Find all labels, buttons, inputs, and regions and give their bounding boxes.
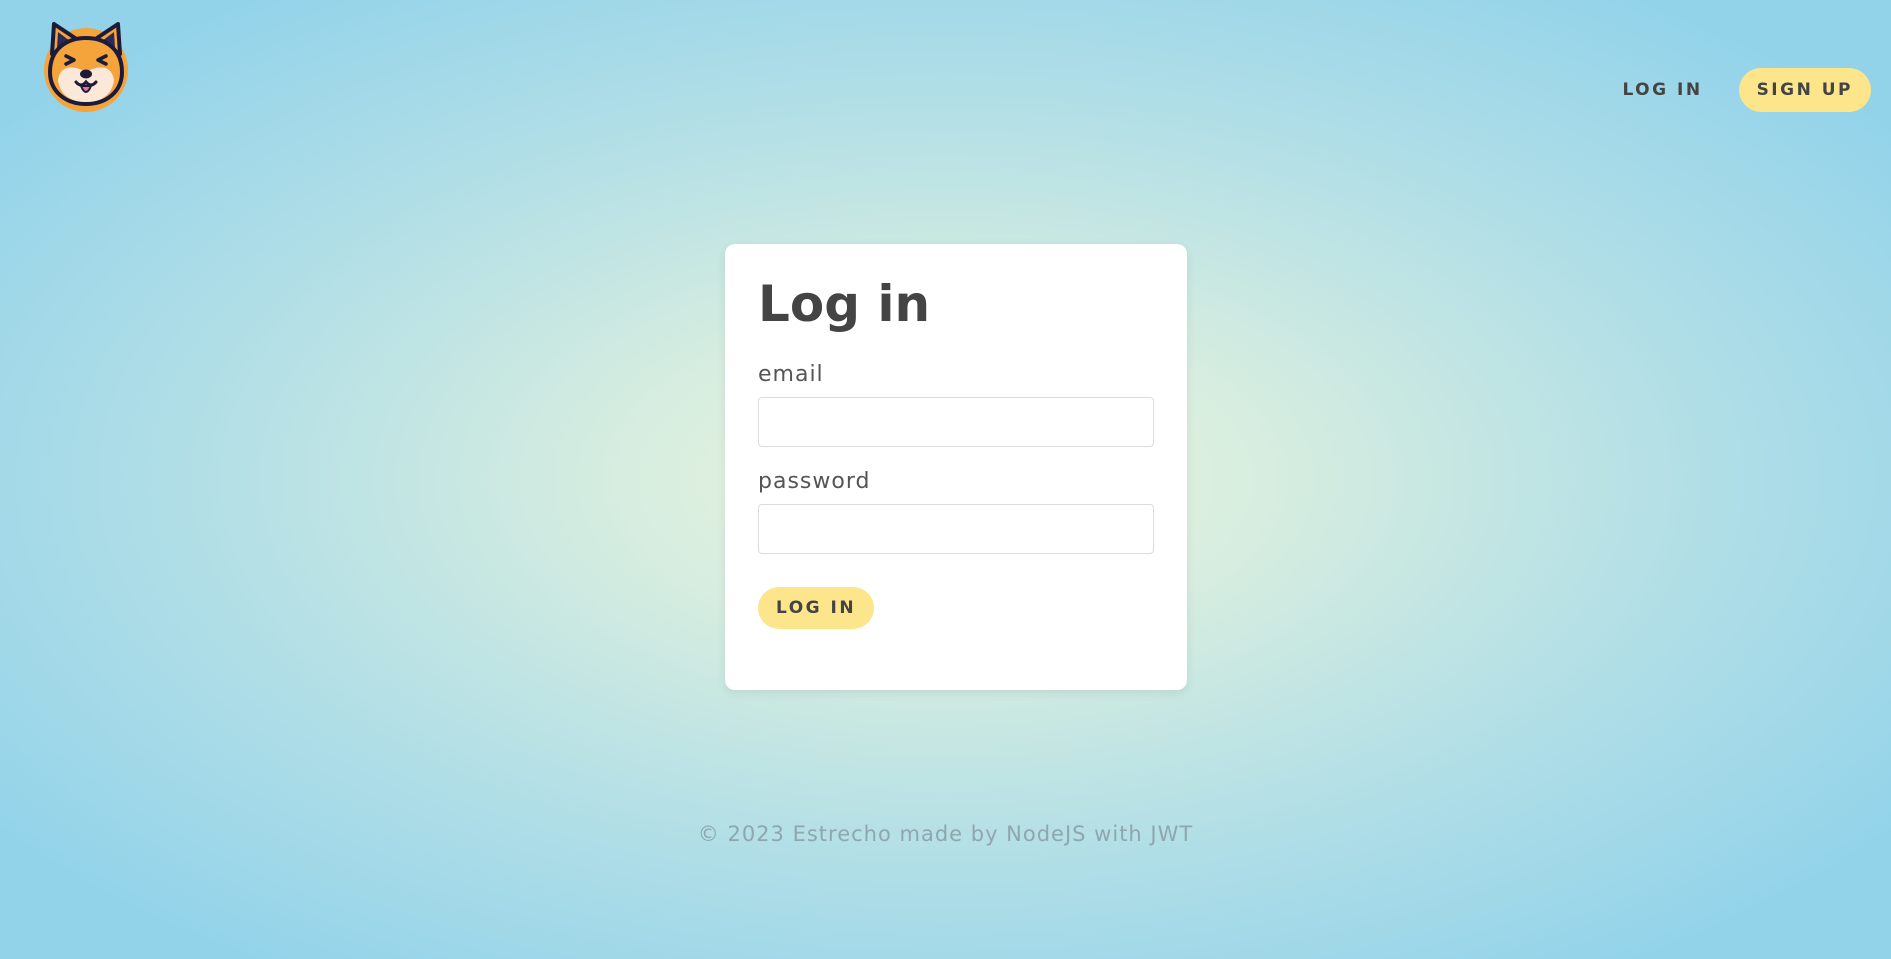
nav-login-link[interactable]: LOG IN [1622,80,1702,100]
password-input[interactable] [758,504,1154,554]
footer-copyright: © 2023 Estrecho made by NodeJS with JWT [697,822,1194,846]
shiba-dog-face-icon [44,22,128,112]
login-card: Log in email password LOG IN [725,244,1187,690]
nav-signup-button[interactable]: SIGN UP [1738,68,1871,112]
login-submit-button[interactable]: LOG IN [758,587,875,629]
email-input[interactable] [758,397,1154,447]
logo[interactable] [38,18,134,114]
email-label: email [758,362,824,387]
top-nav: LOG IN SIGN UP [1622,68,1871,112]
password-label: password [758,469,871,494]
login-title: Log in [758,275,931,333]
